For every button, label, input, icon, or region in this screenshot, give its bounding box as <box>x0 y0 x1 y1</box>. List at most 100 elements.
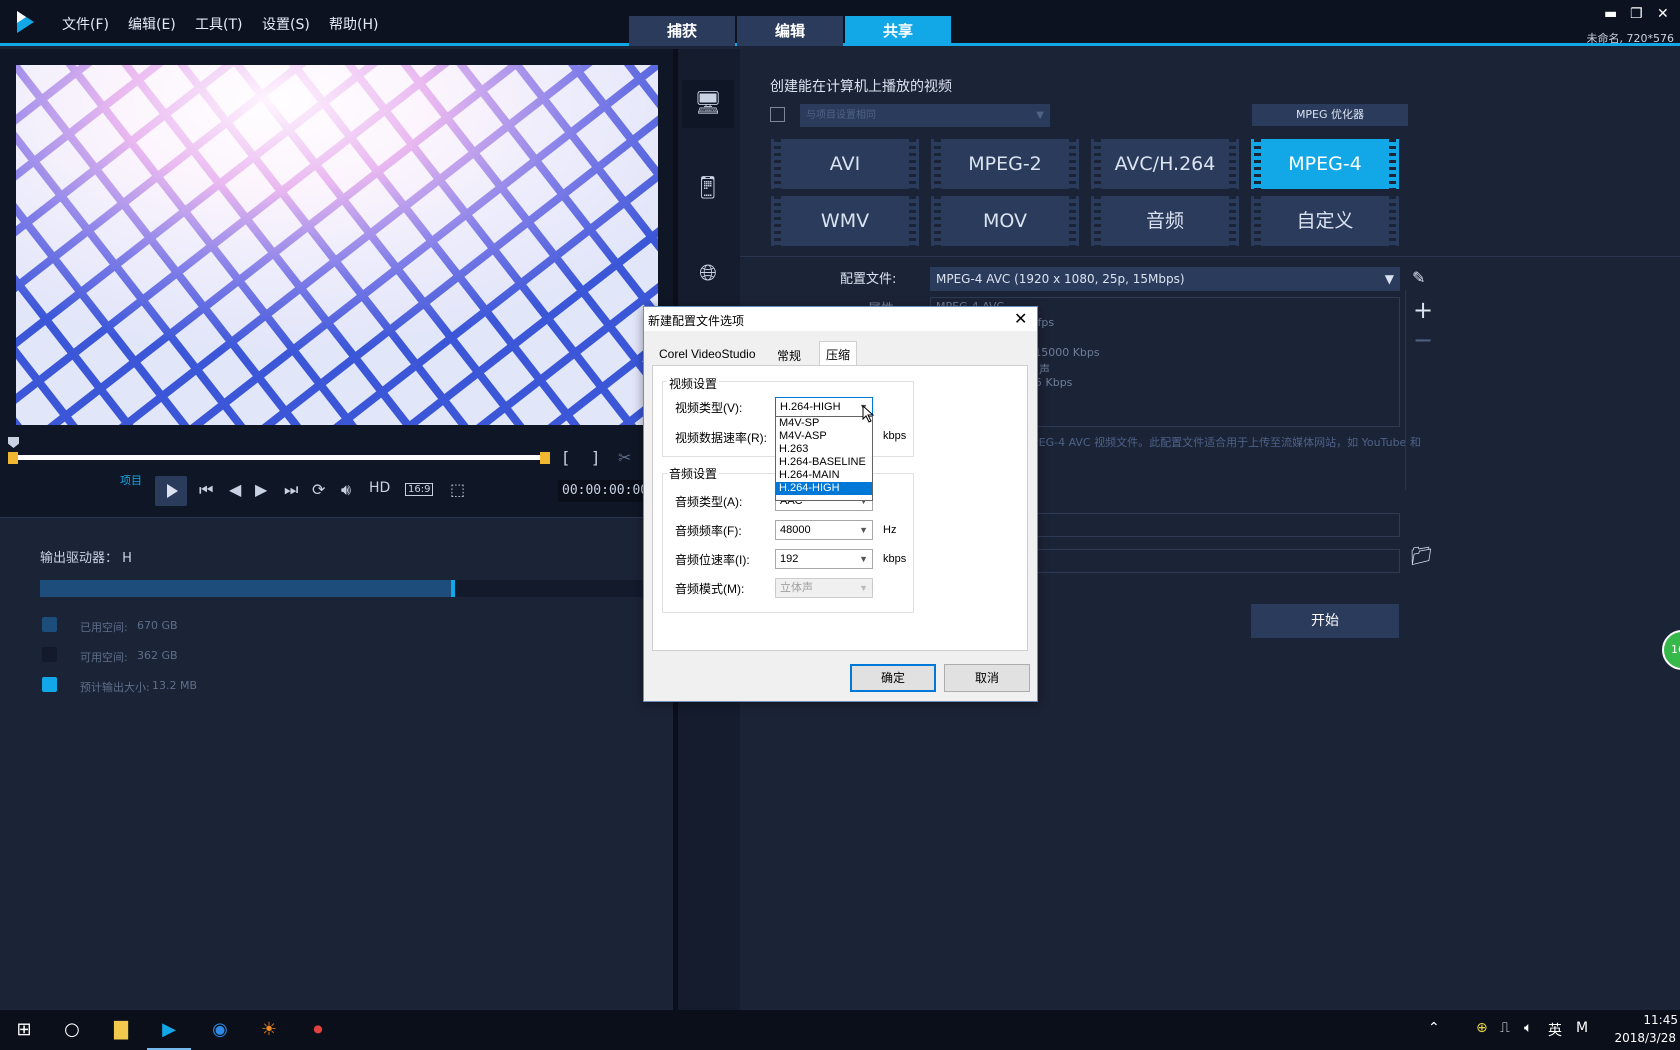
dialog-close-icon[interactable]: ✕ <box>1014 309 1027 329</box>
tab-general[interactable]: 常规 <box>771 343 807 365</box>
format-audio[interactable]: 音频 <box>1091 196 1239 246</box>
network-icon[interactable]: ⎍ <box>1500 1020 1510 1036</box>
format-avc-h264[interactable]: AVC/H.264 <box>1091 139 1239 189</box>
crop-icon[interactable]: ⬚ <box>450 480 465 499</box>
video-type-select[interactable]: H.264-HIGH ▼ <box>775 397 873 417</box>
audio-freq-select[interactable]: 48000 ▼ <box>775 520 873 540</box>
audio-bitrate-unit: kbps <box>883 553 907 565</box>
repeat-icon[interactable]: ⟳ <box>312 480 325 499</box>
mark-out-icon[interactable]: ] <box>592 448 598 467</box>
audio-mode-label: 音频模式(M): <box>675 582 745 596</box>
tab-share[interactable]: 共享 <box>845 16 951 46</box>
menu-help[interactable]: 帮助(H) <box>329 14 378 34</box>
format-wmv[interactable]: WMV <box>771 196 919 246</box>
speaker-icon[interactable]: 🔈︎ <box>1524 1020 1532 1036</box>
tab-compression[interactable]: 压缩 <box>819 341 858 366</box>
language-indicator[interactable]: 英 <box>1548 1020 1562 1040</box>
ok-button[interactable]: 确定 <box>850 664 936 692</box>
start-button[interactable]: 开始 <box>1251 604 1399 638</box>
same-as-project-checkbox[interactable] <box>770 107 785 122</box>
close-icon[interactable]: ✕ <box>1657 6 1669 22</box>
used-space-value: 670 GB <box>137 619 178 632</box>
scrubber-track[interactable] <box>12 455 548 460</box>
web-globe-icon[interactable]: 🌐︎ <box>682 250 734 298</box>
device-icon[interactable]: 📱︎ <box>682 165 734 213</box>
recorder-icon[interactable]: ⏺ <box>303 1015 333 1045</box>
menu-file[interactable]: 文件(F) <box>62 14 109 34</box>
format-mpeg2[interactable]: MPEG-2 <box>931 139 1079 189</box>
scissors-icon[interactable]: ✂ <box>618 448 631 467</box>
step-back-icon[interactable]: ◀︎ <box>229 480 241 499</box>
restore-icon[interactable]: ❐ <box>1630 6 1643 22</box>
menu-settings[interactable]: 设置(S) <box>262 14 310 34</box>
chevron-down-icon: ▼ <box>1384 272 1394 286</box>
format-avi[interactable]: AVI <box>771 139 919 189</box>
estimated-size-value: 13.2 MB <box>152 679 198 692</box>
audio-freq-unit: Hz <box>883 524 897 536</box>
profile-select[interactable]: MPEG-4 AVC (1920 x 1080, 25p, 15Mbps) ▼ <box>930 267 1400 291</box>
ime-indicator[interactable]: M <box>1576 1020 1588 1036</box>
tray-expand-icon[interactable]: ⌃ <box>1428 1020 1440 1036</box>
audio-bitrate-select[interactable]: 192 ▼ <box>775 549 873 569</box>
video-type-label: 视频类型(V): <box>675 401 743 415</box>
play-button[interactable] <box>155 476 187 506</box>
file-explorer-icon[interactable]: ▇ <box>106 1015 136 1045</box>
file-location-field[interactable] <box>1030 549 1400 573</box>
tray-app-icon[interactable]: ⊕ <box>1476 1020 1488 1036</box>
timecode-display[interactable]: 00:00:00:00 <box>558 480 648 502</box>
new-profile-dialog: 新建配置文件选项 ✕ Corel VideoStudio 常规 压缩 视频设置 … <box>643 306 1038 702</box>
mark-in-icon[interactable]: [ <box>563 448 569 467</box>
edit-pencil-icon[interactable]: ✎ <box>1412 268 1425 287</box>
audio-bitrate-label: 音频位速率(I): <box>675 553 750 567</box>
minimize-icon[interactable]: ▬ <box>1604 6 1617 22</box>
same-as-project-select[interactable]: 与项目设置相同 ▼ <box>800 104 1050 127</box>
property-line: 声 <box>1039 363 1050 376</box>
videostudio-taskbar-icon[interactable]: ▶ <box>147 1015 191 1050</box>
aspect-ratio-button[interactable]: 16:9 <box>405 483 434 496</box>
mpeg-optimizer-button[interactable]: MPEG 优化器 <box>1252 104 1408 126</box>
dropdown-option[interactable]: M4V-SP <box>776 417 872 430</box>
search-icon[interactable]: ○ <box>57 1015 87 1045</box>
menu-edit[interactable]: 编辑(E) <box>128 14 176 34</box>
project-mode-label[interactable]: 项目 <box>120 472 142 488</box>
dropdown-option-selected[interactable]: H.264-HIGH <box>776 482 872 495</box>
property-line: 5 Kbps <box>1035 376 1073 389</box>
add-profile-icon[interactable]: + <box>1413 296 1433 324</box>
used-space-label: 已用空间: <box>80 621 128 634</box>
windows-start-icon[interactable]: ⊞ <box>9 1015 39 1045</box>
estimated-output-marker <box>450 580 455 597</box>
dialog-title: 新建配置文件选项 <box>648 314 745 328</box>
format-mov[interactable]: MOV <box>931 196 1079 246</box>
audio-bitrate-value: 192 <box>780 553 799 565</box>
step-forward-icon[interactable]: ▶︎ <box>255 480 267 499</box>
app-s-icon[interactable]: ◉ <box>205 1015 235 1045</box>
folder-icon[interactable]: 📁︎ <box>1410 546 1433 567</box>
skip-end-icon[interactable]: ⏭ <box>284 480 298 500</box>
dropdown-option[interactable]: H.264-MAIN <box>776 469 872 482</box>
trim-out-marker[interactable] <box>540 452 550 464</box>
hd-toggle[interactable]: HD <box>369 480 390 496</box>
remove-profile-icon[interactable]: − <box>1413 326 1433 354</box>
app-sunset-icon[interactable]: ☀ <box>254 1015 284 1045</box>
clock-date[interactable]: 2018/3/28 <box>1608 1031 1676 1045</box>
dropdown-option[interactable]: H.263 <box>776 443 872 456</box>
format-custom[interactable]: 自定义 <box>1251 196 1399 246</box>
tab-capture[interactable]: 捕获 <box>629 16 735 46</box>
computer-icon[interactable]: 🖥︎ <box>682 80 734 128</box>
audio-type-label: 音频类型(A): <box>675 495 743 509</box>
file-name-field[interactable] <box>1030 513 1400 537</box>
same-as-project-text: 与项目设置相同 <box>806 110 876 121</box>
volume-icon[interactable]: 🔊︎ <box>341 480 351 500</box>
skip-start-icon[interactable]: ⏮ <box>199 480 213 500</box>
trim-in-marker[interactable] <box>8 452 18 464</box>
format-mpeg4[interactable]: MPEG-4 <box>1251 139 1399 189</box>
dropdown-option[interactable]: H.264-BASELINE <box>776 456 872 469</box>
dropdown-option[interactable]: M4V-ASP <box>776 430 872 443</box>
tab-edit[interactable]: 编辑 <box>737 16 843 46</box>
clock-time[interactable]: 11:45 <box>1622 1013 1678 1027</box>
menu-tools[interactable]: 工具(T) <box>195 14 242 34</box>
tab-corel-videostudio[interactable]: Corel VideoStudio <box>653 343 762 365</box>
preview-image <box>16 65 658 425</box>
cancel-button[interactable]: 取消 <box>944 664 1030 692</box>
estimated-size-swatch <box>42 677 57 692</box>
